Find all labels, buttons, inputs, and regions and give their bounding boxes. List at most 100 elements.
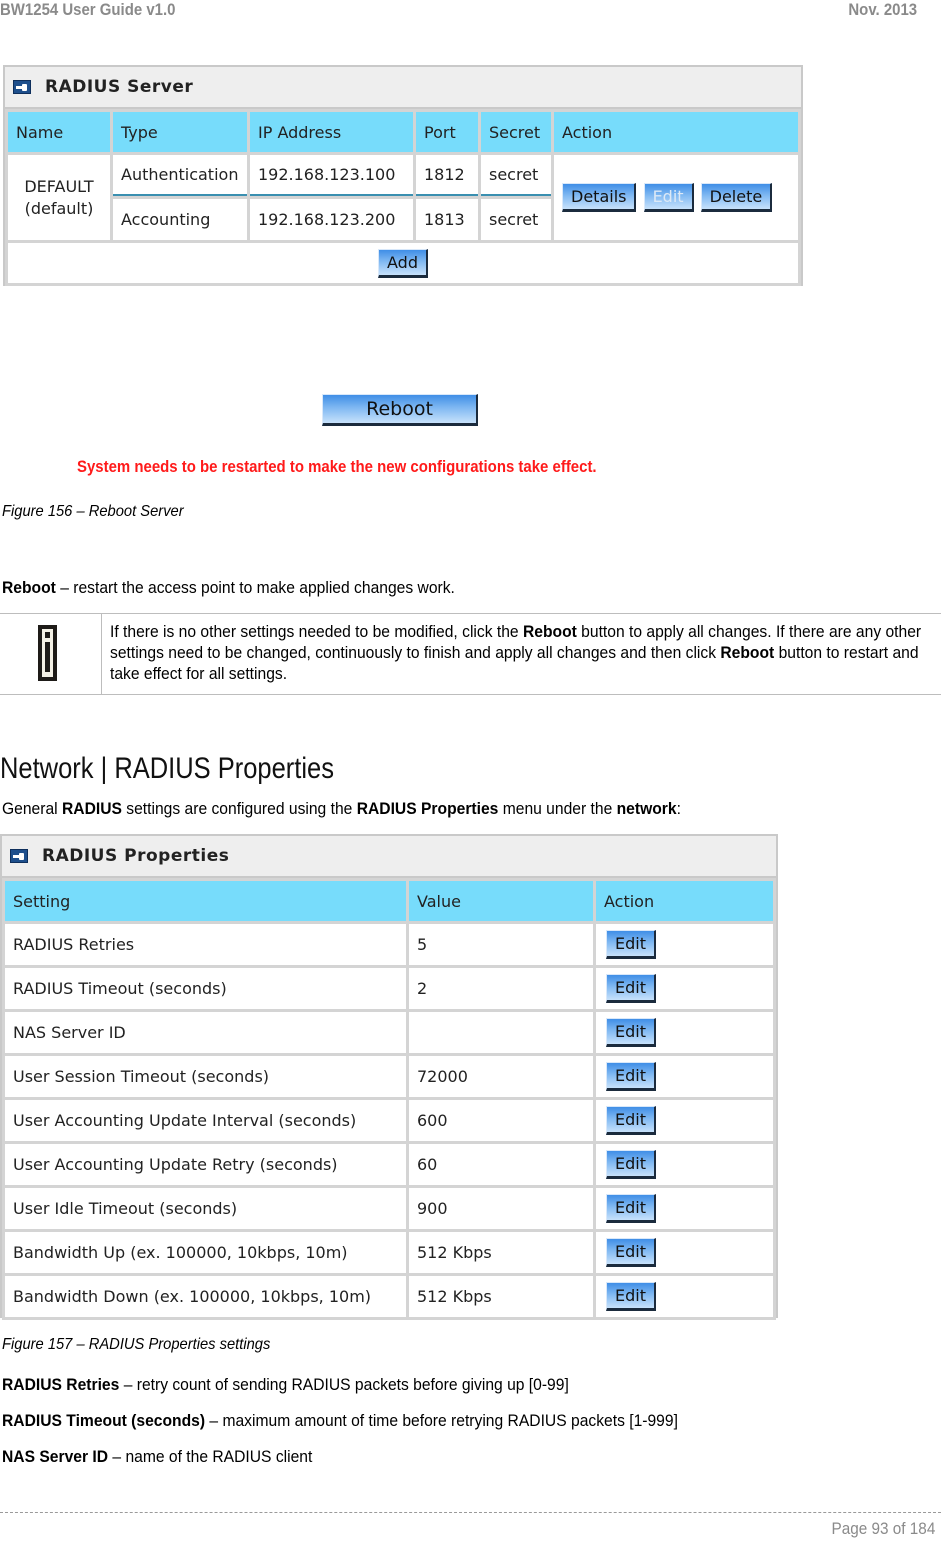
edit-button[interactable]: Edit: [606, 1150, 656, 1179]
add-row: Add: [8, 243, 798, 283]
table-row: Bandwidth Down (ex. 100000, 10kbps, 10m)…: [5, 1276, 773, 1317]
arrow-panel-icon: [10, 849, 28, 863]
intro-text: settings are configured using the: [121, 799, 357, 818]
setting-action-cell: Edit: [596, 1056, 773, 1097]
setting-name: User Accounting Update Retry (seconds): [5, 1144, 406, 1185]
table-row: DEFAULT (default) Authentication 192.168…: [8, 155, 798, 240]
edit-button[interactable]: Edit: [606, 930, 656, 959]
server-name-cell: DEFAULT (default): [8, 155, 110, 240]
radius-server-panel: RADIUS Server Name Type IP Address Port …: [3, 65, 803, 286]
setting-name: Bandwidth Down (ex. 100000, 10kbps, 10m): [5, 1276, 406, 1317]
setting-action-cell: Edit: [596, 1012, 773, 1053]
setting-name: NAS Server ID: [5, 1012, 406, 1053]
setting-value: 512 Kbps: [409, 1232, 593, 1273]
footer-divider: [0, 1512, 941, 1513]
table-row: Bandwidth Up (ex. 100000, 10kbps, 10m) 51…: [5, 1232, 773, 1273]
definition: – maximum amount of time before retrying…: [205, 1411, 678, 1430]
setting-action-cell: Edit: [596, 1188, 773, 1229]
setting-value: 60: [409, 1144, 593, 1185]
edit-button[interactable]: Edit: [606, 1238, 656, 1267]
setting-action-cell: Edit: [596, 1232, 773, 1273]
setting-name: User Accounting Update Interval (seconds…: [5, 1100, 406, 1141]
server-secret: secret: [481, 155, 551, 196]
server-type: Authentication: [113, 155, 247, 196]
edit-button[interactable]: Edit: [643, 183, 694, 212]
setting-value: 5: [409, 924, 593, 965]
setting-action-cell: Edit: [596, 1144, 773, 1185]
note-text-bold: Reboot: [522, 622, 577, 641]
setting-name: RADIUS Timeout (seconds): [5, 968, 406, 1009]
note-box: If there is no other settings needed to …: [0, 613, 941, 695]
radius-properties-panel: RADIUS Properties Setting Value Action R…: [0, 834, 778, 1320]
radius-properties-table: Setting Value Action RADIUS Retries 5 Edit…: [2, 878, 776, 1320]
table-header-row: Setting Value Action: [5, 881, 773, 921]
setting-value: 2: [409, 968, 593, 1009]
panel-title: RADIUS Server: [45, 77, 194, 97]
panel-title-bar: RADIUS Server: [5, 67, 801, 109]
setting-name: User Session Timeout (seconds): [5, 1056, 406, 1097]
section-heading: Network | RADIUS Properties: [0, 752, 334, 785]
setting-action-cell: Edit: [596, 968, 773, 1009]
reboot-description: Reboot – restart the access point to mak…: [2, 578, 455, 598]
add-button[interactable]: Add: [378, 248, 428, 278]
column-header-type: Type: [113, 112, 247, 152]
info-icon-dot: [45, 632, 50, 638]
intro-bold: RADIUS: [61, 799, 122, 818]
definition: – name of the RADIUS client: [108, 1447, 313, 1466]
page-number: Page 93 of 184: [831, 1519, 935, 1538]
info-icon-stem: [45, 642, 50, 672]
server-port: 1812: [416, 155, 478, 196]
table-header-row: Name Type IP Address Port Secret Action: [8, 112, 798, 152]
note-icon-cell: [0, 614, 102, 694]
term: RADIUS Retries: [2, 1375, 120, 1394]
panel-title: RADIUS Properties: [42, 846, 230, 866]
reboot-button[interactable]: Reboot: [322, 394, 478, 426]
intro-text: General: [2, 799, 62, 818]
table-row: User Accounting Update Interval (seconds…: [5, 1100, 773, 1141]
column-header-value: Value: [409, 881, 593, 921]
document-date: Nov. 2013: [848, 0, 917, 19]
column-header-setting: Setting: [5, 881, 406, 921]
setting-value: 900: [409, 1188, 593, 1229]
info-icon: [38, 625, 57, 681]
note-text-part: If there is no other settings needed to …: [110, 622, 523, 641]
server-port: 1813: [416, 199, 478, 240]
server-ip: 192.168.123.100: [250, 155, 413, 196]
document-title: BW1254 User Guide v1.0: [0, 0, 176, 19]
column-header-action: Action: [554, 112, 798, 152]
definition-item: RADIUS Timeout (seconds) – maximum amoun…: [2, 1411, 678, 1431]
edit-button[interactable]: Edit: [606, 1282, 656, 1311]
table-row: User Idle Timeout (seconds) 900 Edit: [5, 1188, 773, 1229]
details-button[interactable]: Details: [562, 183, 637, 212]
arrow-panel-icon: [13, 80, 31, 94]
server-name-sub: (default): [24, 198, 94, 218]
edit-button[interactable]: Edit: [606, 1106, 656, 1135]
setting-value: 512 Kbps: [409, 1276, 593, 1317]
column-header-ip-address: IP Address: [250, 112, 413, 152]
setting-action-cell: Edit: [596, 924, 773, 965]
setting-value: 600: [409, 1100, 593, 1141]
add-cell: Add: [8, 243, 798, 283]
edit-button[interactable]: Edit: [606, 1018, 656, 1047]
setting-name: RADIUS Retries: [5, 924, 406, 965]
definition-item: NAS Server ID – name of the RADIUS clien…: [2, 1447, 312, 1467]
server-actions-cell: Details Edit Delete: [554, 155, 798, 240]
edit-button[interactable]: Edit: [606, 1062, 656, 1091]
definition: – restart the access point to make appli…: [55, 578, 455, 597]
setting-value: [409, 1012, 593, 1053]
edit-button[interactable]: Edit: [606, 974, 656, 1003]
intro-bold: network: [616, 799, 677, 818]
term: Reboot: [2, 578, 56, 597]
edit-button[interactable]: Edit: [606, 1194, 656, 1223]
table-row: RADIUS Retries 5 Edit: [5, 924, 773, 965]
column-header-name: Name: [8, 112, 110, 152]
figure-caption: Figure 157 – RADIUS Properties settings: [2, 1336, 271, 1353]
column-header-port: Port: [416, 112, 478, 152]
radius-server-table: Name Type IP Address Port Secret Action …: [5, 109, 801, 286]
server-ip: 192.168.123.200: [250, 199, 413, 240]
delete-button[interactable]: Delete: [700, 183, 773, 212]
figure-caption: Figure 156 – Reboot Server: [2, 503, 184, 520]
table-row: User Accounting Update Retry (seconds) 60…: [5, 1144, 773, 1185]
definition-item: RADIUS Retries – retry count of sending …: [2, 1375, 569, 1395]
server-type: Accounting: [113, 199, 247, 240]
